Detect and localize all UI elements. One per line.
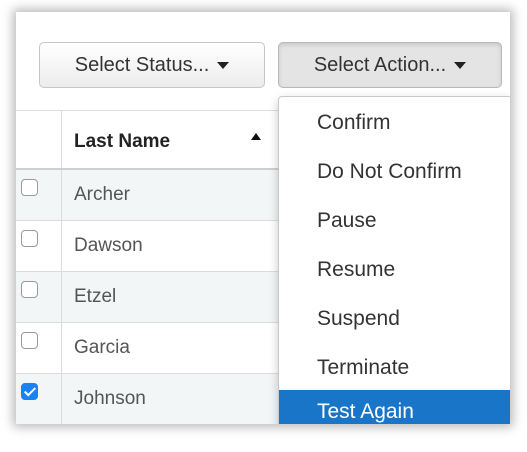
menu-item-do-not-confirm[interactable]: Do Not Confirm — [279, 150, 510, 194]
row-checkbox[interactable] — [21, 332, 38, 349]
sort-ascending-icon[interactable] — [251, 133, 261, 140]
last-name-cell: Johnson — [74, 388, 146, 409]
last-name-cell: Dawson — [74, 235, 143, 256]
table-row[interactable]: Archer — [16, 170, 286, 221]
menu-item-test-again[interactable]: Test Again — [279, 390, 510, 424]
row-select-cell — [16, 374, 62, 424]
action-dropdown-menu: Confirm Do Not Confirm Pause Resume Susp… — [278, 96, 510, 424]
table-row[interactable]: Etzel — [16, 272, 286, 323]
select-action-label: Select Action... — [313, 53, 447, 76]
menu-item-pause[interactable]: Pause — [279, 199, 510, 243]
last-name-cell: Archer — [74, 184, 130, 205]
row-checkbox[interactable] — [21, 230, 38, 247]
app-window: Select Status... Select Action... Last N… — [16, 12, 510, 424]
menu-item-terminate[interactable]: Terminate — [279, 346, 510, 390]
row-select-cell — [16, 170, 62, 220]
column-header-last-name[interactable]: Last Name — [74, 131, 170, 153]
table-row[interactable]: Garcia — [16, 323, 286, 374]
select-status-label: Select Status... — [74, 53, 210, 76]
last-name-cell: Etzel — [74, 286, 117, 307]
caret-down-icon — [454, 61, 467, 69]
screenshot-stage: Select Status... Select Action... Last N… — [0, 0, 527, 452]
select-status-button[interactable]: Select Status... — [39, 42, 265, 88]
table-row[interactable]: Dawson — [16, 221, 286, 272]
menu-item-confirm[interactable]: Confirm — [279, 101, 510, 145]
row-checkbox-checked[interactable] — [21, 383, 38, 400]
last-name-cell: Garcia — [74, 337, 130, 358]
table-row[interactable]: Johnson — [16, 374, 286, 424]
select-action-button[interactable]: Select Action... — [278, 42, 502, 88]
row-select-cell — [16, 272, 62, 322]
row-select-cell — [16, 323, 62, 373]
grid-header-row: Last Name — [16, 110, 286, 170]
header-select-cell — [16, 111, 62, 168]
caret-down-icon — [217, 61, 230, 69]
menu-item-suspend[interactable]: Suspend — [279, 297, 510, 341]
menu-item-resume[interactable]: Resume — [279, 248, 510, 292]
row-checkbox[interactable] — [21, 281, 38, 298]
row-select-cell — [16, 221, 62, 271]
row-checkbox[interactable] — [21, 179, 38, 196]
